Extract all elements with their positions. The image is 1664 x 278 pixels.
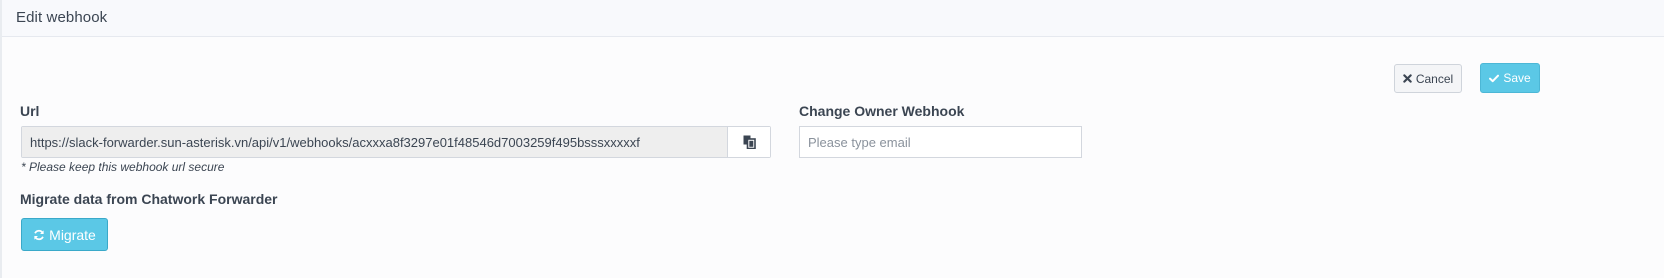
copy-icon (743, 135, 756, 149)
refresh-icon (34, 229, 44, 240)
webhook-url-input[interactable] (22, 127, 728, 157)
card-header: Edit webhook (2, 0, 1664, 37)
url-security-hint: * Please keep this webhook url secure (21, 160, 225, 174)
copy-button[interactable] (728, 127, 770, 157)
migrate-label: Migrate data from Chatwork Forwarder (20, 191, 278, 207)
url-input-group (21, 126, 771, 158)
edit-webhook-card: Edit webhook Cancel Save Url * Please ke… (2, 0, 1664, 278)
close-icon (1403, 74, 1412, 83)
owner-email-input[interactable] (799, 126, 1082, 158)
owner-label: Change Owner Webhook (799, 103, 965, 119)
page-title: Edit webhook (16, 9, 108, 26)
save-button[interactable]: Save (1480, 63, 1540, 93)
save-label: Save (1503, 71, 1531, 85)
cancel-label: Cancel (1415, 71, 1454, 86)
url-label: Url (20, 103, 40, 119)
migrate-button[interactable]: Migrate (21, 218, 108, 251)
migrate-button-label: Migrate (49, 226, 96, 243)
cancel-button[interactable]: Cancel (1394, 64, 1462, 93)
check-icon (1489, 74, 1500, 82)
